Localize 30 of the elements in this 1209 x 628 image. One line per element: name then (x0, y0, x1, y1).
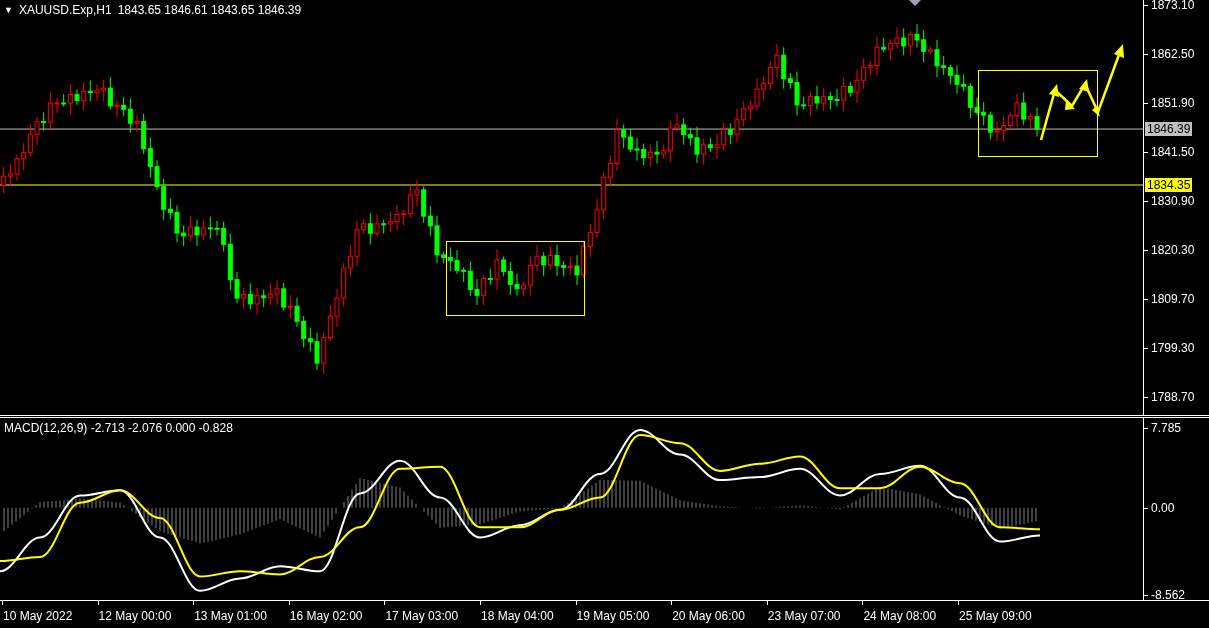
price-label: 1834.35 (1145, 178, 1193, 192)
price-label: 1846.39 (1145, 122, 1193, 137)
time-scale-label: 25 May 09:00 (959, 609, 1032, 623)
time-scale-label: 24 May 08:00 (863, 609, 937, 623)
price-scale-label: 1862.50 (1151, 47, 1195, 61)
indicator-scale-label: 7.785 (1151, 421, 1182, 435)
price-scale-label: 1788.70 (1151, 390, 1195, 404)
price-scale-label: 1841.50 (1151, 145, 1195, 159)
time-scale-label: 13 May 01:00 (194, 609, 267, 623)
price-scale-label: 1809.70 (1151, 292, 1195, 306)
indicator-scale-label: 0.00 (1151, 501, 1175, 515)
time-scale-label: 12 May 00:00 (98, 609, 172, 623)
indicator-scale-label: -8.562 (1151, 588, 1186, 602)
time-scale-label: 17 May 03:00 (385, 609, 459, 623)
price-scale-label: 1873.10 (1151, 0, 1195, 12)
time-scale-label: 20 May 06:00 (672, 609, 745, 623)
price-scale-label: 1851.90 (1151, 96, 1195, 110)
dropdown-arrow-icon[interactable]: ▼ (4, 3, 13, 17)
time-scale-label: 10 May 2022 (3, 609, 73, 623)
price-scale-label: 1820.30 (1151, 243, 1195, 257)
time-scale-label: 16 May 02:00 (289, 609, 363, 623)
ohlc-values: 1843.65 1846.61 1843.65 1846.39 (117, 3, 302, 17)
price-scale-label: 1799.30 (1151, 341, 1195, 355)
time-scale-label: 18 May 04:00 (481, 609, 554, 623)
price-scale-label: 1830.90 (1151, 194, 1195, 208)
time-scale-label: 19 May 05:00 (576, 609, 650, 623)
symbol-label: XAUUSD.Exp,H1 (18, 3, 112, 17)
time-scale-label: 23 May 07:00 (767, 609, 841, 623)
indicator-label: MACD(12,26,9) -2.713 -2.076 0.000 -0.828 (4, 421, 233, 435)
shift-marker-icon[interactable] (909, 0, 921, 6)
